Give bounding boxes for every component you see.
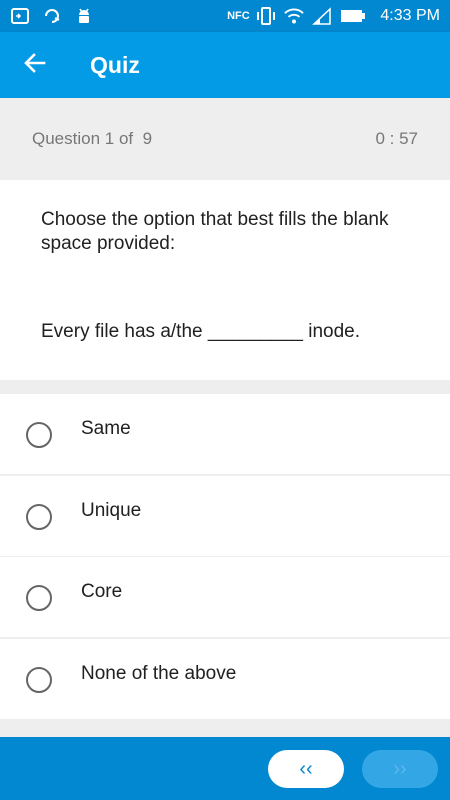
android-icon	[74, 7, 94, 25]
option-label: Same	[81, 418, 131, 439]
question-sentence: Every file has a/the _________ inode.	[41, 321, 361, 342]
sync-icon	[42, 7, 62, 25]
nfc-icon: NFC	[227, 10, 250, 22]
arrow-left-icon	[24, 52, 46, 79]
question-counter: Question 1 of 9	[32, 129, 153, 148]
radio-button[interactable]	[26, 666, 52, 693]
option-item[interactable]: Unique	[0, 475, 450, 556]
option-label: None of the above	[81, 662, 237, 684]
vibrate-icon	[256, 7, 276, 25]
app-title: Quiz	[90, 51, 140, 78]
question-card: Choose the option that best fills the bl…	[0, 180, 450, 380]
question-text: Choose the option that best fills the bl…	[41, 209, 389, 254]
options-list: Same Unique Core None of the above	[0, 394, 450, 720]
question-header: Question 1 of 9 0 : 57	[0, 98, 450, 180]
status-right-icons: NFC 4:33 PM	[227, 7, 440, 25]
screen-icon	[10, 7, 30, 25]
radio-button[interactable]	[26, 422, 52, 448]
option-item[interactable]: None of the above	[0, 638, 450, 719]
double-chevron-right-icon: ››	[393, 757, 407, 780]
timer: 0 : 57	[375, 129, 418, 148]
option-item[interactable]: Core	[0, 557, 450, 637]
wifi-icon	[284, 7, 305, 25]
radio-button[interactable]	[26, 585, 52, 611]
option-label: Unique	[81, 499, 142, 521]
option-label: Core	[81, 581, 123, 602]
status-time: 4:33 PM	[380, 7, 440, 24]
battery-icon	[340, 7, 366, 25]
bottom-nav-bar: ‹‹ ››	[0, 737, 450, 800]
next-button[interactable]: ››	[362, 750, 438, 788]
signal-icon	[312, 7, 332, 25]
app-bar: Quiz	[0, 32, 450, 98]
status-left-icons	[10, 7, 94, 25]
back-button[interactable]	[0, 32, 70, 98]
radio-button[interactable]	[26, 503, 52, 530]
status-bar: NFC 4:33 PM	[0, 0, 450, 32]
double-chevron-left-icon: ‹‹	[299, 757, 313, 780]
previous-button[interactable]: ‹‹	[268, 750, 344, 788]
option-item[interactable]: Same	[0, 394, 450, 474]
